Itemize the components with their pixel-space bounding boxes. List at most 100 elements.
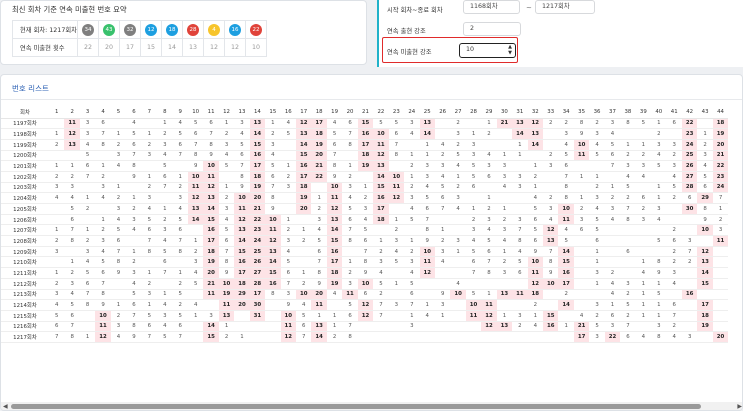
gap-cell: 8	[64, 235, 80, 247]
gap-cell	[573, 267, 590, 279]
gap-cell: 1	[326, 310, 343, 322]
table-scroll-area[interactable]: 회차 1 2 3 4 5 6 7 8 9 10 11 12 13 14 15 16 17 18 19 20 21 22 23 2…	[1, 107, 742, 401]
gap-cell: 3	[404, 321, 420, 333]
gap-cell: 3	[481, 160, 497, 172]
ball-cell: 18	[161, 20, 183, 39]
gap-cell: 3	[604, 321, 621, 333]
gap-cell: 23	[249, 224, 266, 237]
gap-cell: 6	[126, 299, 142, 311]
gap-cell: 9	[234, 182, 250, 194]
gap-cell	[681, 321, 698, 333]
number-table: 회차 1 2 3 4 5 6 7 8 9 10 11 12 13 14 15 16 17 18 19 20 21 22 23 2…	[1, 107, 729, 343]
gap-cell: 22	[604, 331, 621, 343]
gap-cell: 1	[651, 310, 667, 322]
gap-cell: 21	[496, 118, 513, 130]
gap-cell: 5	[64, 203, 80, 215]
gap-cell	[126, 235, 142, 247]
absence-stepper[interactable]: 10 ▲ ▼	[459, 43, 516, 58]
gap-cell: 9	[419, 235, 435, 247]
gap-cell: 9	[573, 128, 590, 140]
gap-cell: 1	[527, 310, 543, 322]
gap-cell: 2	[543, 192, 559, 204]
gap-cell: 2	[280, 171, 296, 183]
gap-cell	[172, 256, 188, 269]
gap-cell	[110, 171, 127, 183]
streak-input[interactable]: 2	[463, 22, 521, 36]
absence-count: 12	[224, 38, 246, 57]
gap-cell	[187, 289, 204, 301]
gap-cell: 2	[620, 192, 636, 204]
gap-cell: 2	[342, 171, 358, 183]
gap-cell: 13	[496, 321, 513, 333]
gap-cell: 11	[573, 150, 590, 162]
gap-cell: 5	[265, 160, 281, 172]
gap-cell: 4	[404, 128, 420, 140]
gap-cell: 5	[79, 150, 96, 162]
start-round-input[interactable]: 1168회차	[463, 0, 520, 14]
gap-cell: 2	[110, 310, 127, 322]
gap-cell: 2	[620, 289, 636, 301]
gap-cell: 2	[434, 150, 451, 162]
gap-cell: 1	[357, 182, 374, 194]
gap-cell	[465, 118, 482, 130]
gap-cell	[558, 310, 574, 322]
scroll-right-icon[interactable]: ▶	[737, 403, 742, 410]
gap-cell: 3	[481, 214, 497, 226]
gap-cell	[512, 160, 528, 172]
gap-cell	[450, 321, 466, 333]
gap-cell	[434, 321, 451, 333]
number-column-header: 12	[218, 107, 235, 119]
gap-cell: 5	[481, 235, 497, 247]
gap-cell: 5	[419, 192, 435, 204]
table-row: 1202회차 2 2 7 2 9 1 6 1 10 11 8 18 6 2 17 22 9 2 14 10 1 3 4 1 5 6 3…	[1, 171, 729, 183]
table-row: 1204회차 4 4 1 4 2 1 3 3 12 13 2 10 20 8 19 1 11 4 2 16 12 3 5 6 3 1…	[1, 192, 729, 204]
stepper-arrows-icon[interactable]: ▲ ▼	[508, 44, 512, 56]
gap-cell: 1	[388, 278, 405, 290]
gap-cell: 9	[187, 160, 204, 172]
number-column-header: 18	[311, 107, 327, 119]
gap-cell: 7	[280, 278, 296, 290]
gap-cell	[79, 214, 96, 226]
round-cell: 1206회차	[1, 214, 49, 226]
end-round-input[interactable]: 1217회차	[535, 0, 595, 14]
gap-cell: 14	[419, 128, 435, 140]
gap-cell	[589, 289, 605, 301]
gap-cell: 12	[481, 321, 497, 333]
number-column-header: 28	[465, 107, 482, 119]
scroll-left-icon[interactable]: ◀	[3, 403, 8, 410]
gap-cell: 10	[265, 214, 281, 226]
gap-cell: 6	[527, 235, 543, 247]
gap-cell: 7	[620, 321, 636, 333]
gap-cell	[110, 278, 127, 290]
gap-cell: 9	[218, 267, 235, 279]
gap-cell: 15	[203, 331, 219, 343]
gap-cell: 11	[187, 182, 204, 194]
gap-cell	[187, 321, 204, 333]
gap-cell: 3	[357, 203, 374, 215]
gap-cell	[635, 182, 652, 194]
gap-cell	[280, 139, 296, 151]
number-column-header: 7	[141, 107, 158, 119]
gap-cell: 6	[265, 171, 281, 183]
gap-cell: 1	[326, 321, 343, 333]
gap-cell	[697, 118, 713, 130]
horizontal-scrollbar[interactable]: ◀ ▶	[1, 402, 742, 410]
scroll-thumb[interactable]	[11, 404, 701, 409]
gap-cell: 6	[296, 321, 312, 333]
gap-cell: 4	[604, 278, 621, 290]
gap-cell: 3	[79, 246, 96, 258]
gap-cell: 4	[126, 278, 142, 290]
gap-cell: 2	[666, 224, 682, 237]
gap-cell	[450, 331, 466, 343]
gap-cell: 5	[635, 118, 652, 130]
gap-cell: 4	[79, 139, 96, 151]
round-cell: 1205회차	[1, 203, 49, 215]
gap-cell: 1	[342, 160, 358, 172]
gap-cell	[543, 289, 559, 301]
gap-cell: 3	[157, 224, 173, 237]
gap-cell: 6	[342, 118, 358, 130]
gap-cell: 13	[512, 118, 528, 130]
gap-cell: 6	[172, 224, 188, 237]
table-row: 1212회차 2 3 6 7 4 2 2 5 21 10 18 28 16 7 2 9 19 3 10 5 1 5 4 12 10…	[1, 278, 729, 290]
gap-cell: 6	[203, 118, 219, 130]
